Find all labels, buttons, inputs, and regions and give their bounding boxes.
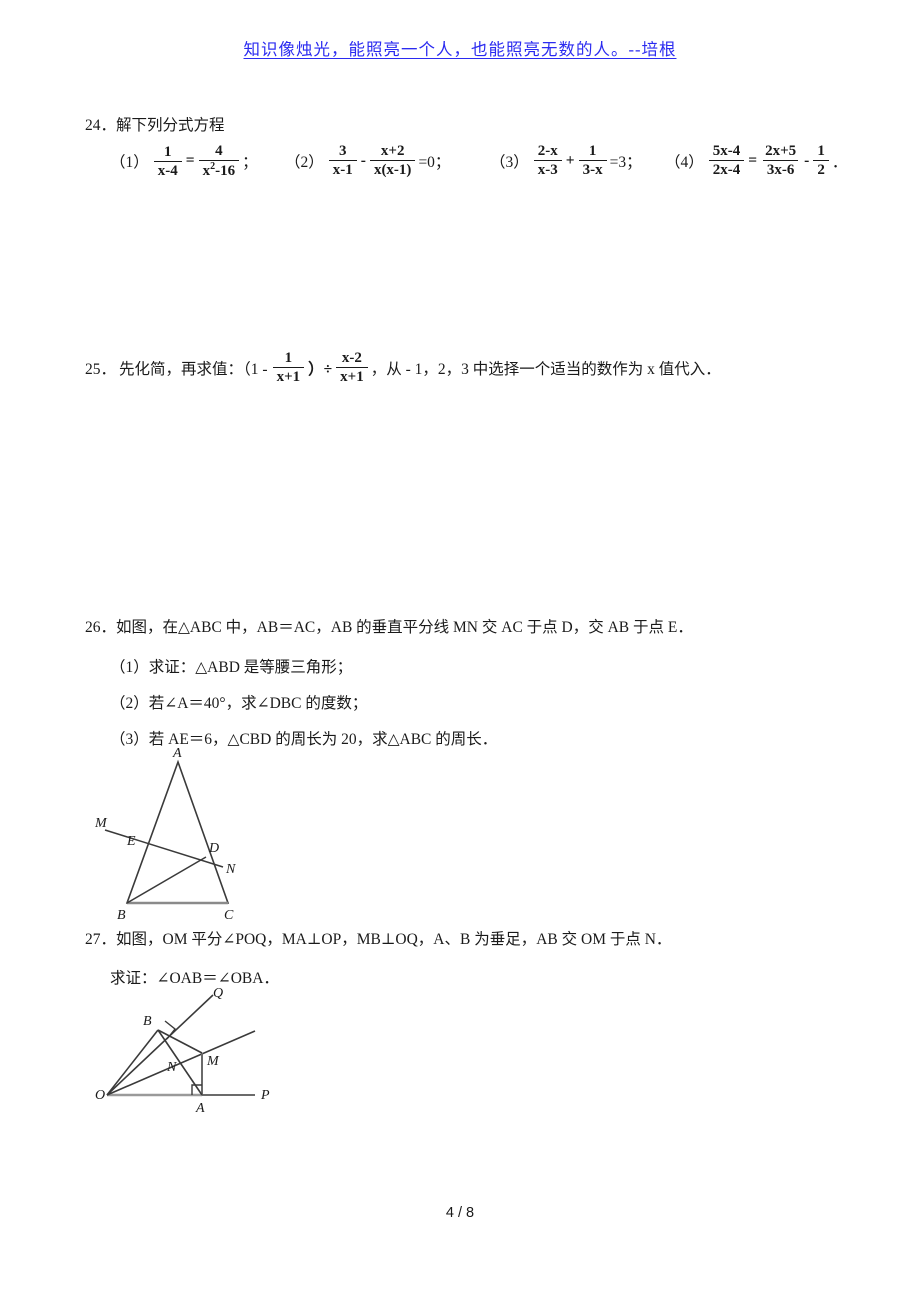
part-3-denominator-left: x-3	[533, 160, 562, 178]
figure-label-d: D	[208, 841, 219, 856]
figure-label-q: Q	[213, 986, 223, 1001]
problem-25-stem-after: ，从 - 1，2，3 中选择一个适当的数作为 x 值代入．	[370, 360, 721, 378]
figure-label-o: O	[95, 1088, 105, 1103]
part-4-denominator-3: 2	[813, 160, 829, 178]
part-1-numerator-right: 4	[215, 143, 223, 159]
problem-25-number: 25．	[85, 360, 117, 378]
part-3-label: （3）	[490, 153, 529, 171]
part-4-numerator-2: 2x+5	[765, 143, 797, 159]
problem-24-part-1: （1） 1 x-4 = 4 x2-16 ；	[110, 143, 258, 179]
part-4-label: （4）	[665, 153, 704, 171]
problem-26-stem-text: 如图，在△ABC 中，AB＝AC，AB 的垂直平分线 MN 交 AC 于点 D，…	[116, 619, 693, 636]
ray-oq	[106, 994, 214, 1096]
figure-label-p: P	[260, 1088, 270, 1103]
problem-26-item-2: （2）若∠A＝40°，求∠DBC 的度数；	[110, 695, 368, 712]
problem-25-denominator-1: x+1	[272, 367, 305, 385]
part-2-fraction-right: x+2 x(x-1)	[369, 143, 416, 178]
problem-26-item-1: （1）求证：△ABD 是等腰三角形；	[110, 659, 353, 676]
problem-24-part-4: （4） 5x-4 2x-4 = 2x+5 3x-6 - 1 2 ．	[665, 143, 847, 178]
part-4-denominator-2: 3x-6	[762, 160, 799, 178]
triangle-abc-outline	[125, 759, 230, 904]
figure-label-m2: M	[206, 1054, 220, 1069]
part-4-numerator-3: 1	[817, 143, 825, 159]
figure-angle-bisector: O P Q A B M N	[95, 985, 295, 1116]
problem-25-numerator-1: 1	[284, 350, 293, 366]
problem-25-denominator-2: x+1	[336, 367, 368, 385]
figure-label-n2: N	[166, 1060, 177, 1075]
part-1-denominator-right: x2-16	[198, 160, 240, 180]
problem-27-number: 27．	[85, 931, 117, 948]
figure-label-e: E	[126, 834, 136, 849]
segment-bd	[126, 856, 207, 904]
part-2-denominator-left: x-1	[328, 160, 357, 178]
segment-ob	[106, 1029, 159, 1096]
problem-27-stem: 27．如图，OM 平分∠POQ，MA⊥OP，MB⊥OQ，A、B 为垂足，AB 交…	[85, 930, 671, 951]
right-angle-mark-b	[164, 1020, 176, 1040]
part-2-tail: =0；	[418, 153, 451, 171]
part-3-operator: +	[565, 151, 575, 169]
figure-label-a2: A	[195, 1101, 205, 1115]
part-1-operator: =	[185, 152, 195, 170]
part-4-fraction-1: 5x-4 2x-4	[708, 143, 745, 178]
problem-26-stem: 26．如图，在△ABC 中，AB＝AC，AB 的垂直平分线 MN 交 AC 于点…	[85, 618, 693, 639]
part-4-fraction-3: 1 2	[813, 143, 829, 178]
problem-26-number: 26．	[85, 619, 117, 636]
part-4-denominator-1: 2x-4	[708, 160, 745, 178]
part-1-den-base: x	[202, 163, 211, 180]
figure-label-a: A	[172, 746, 182, 761]
problem-25-numerator-2: x-2	[341, 350, 362, 366]
part-1-denominator-left: x-4	[153, 160, 182, 179]
figure-label-b2: B	[143, 1014, 152, 1029]
problem-24-number: 24．	[85, 117, 117, 134]
problem-24-part-3: （3） 2-x x-3 + 1 3-x =3；	[490, 143, 642, 178]
problem-24-part-2: （2） 3 x-1 - x+2 x(x-1) =0；	[285, 143, 450, 178]
part-4-operator-2: -	[804, 151, 810, 169]
problem-24-stem-text: 解下列分式方程	[116, 117, 225, 134]
problem-24-stem: 24．解下列分式方程	[85, 116, 225, 137]
problem-25-fraction-1: 1 x+1	[272, 350, 305, 385]
part-2-numerator-right: x+2	[380, 143, 405, 159]
part-1-fraction-right: 4 x2-16	[198, 143, 240, 180]
part-3-fraction-left: 2-x x-3	[533, 143, 562, 178]
problem-25: 25． 先化简，再求值：（1 - 1 x+1 ）÷ x-2 x+1 ，从 - 1…	[85, 350, 721, 385]
problem-25-mid-operator: ）÷	[308, 360, 333, 378]
part-3-numerator-left: 2-x	[537, 143, 558, 159]
line-mn	[104, 829, 224, 868]
header-quote: 知识像烛光，能照亮一个人，也能照亮无数的人。--培根	[243, 40, 677, 59]
part-1-label: （1）	[110, 154, 149, 172]
part-3-denominator-right: 3-x	[578, 160, 607, 178]
figure-label-m: M	[95, 816, 108, 831]
part-3-tail: =3；	[609, 153, 642, 171]
figure-label-n: N	[225, 862, 236, 877]
part-4-fraction-2: 2x+5 3x-6	[761, 143, 800, 178]
part-1-den-rest: -16	[215, 163, 236, 180]
part-3-fraction-right: 1 3-x	[578, 143, 607, 178]
part-2-denominator-right: x(x-1)	[369, 160, 416, 178]
part-2-operator: -	[360, 151, 366, 169]
part-4-numerator-1: 5x-4	[712, 143, 741, 159]
part-1-numerator-left: 1	[164, 143, 172, 160]
figure-label-b: B	[117, 908, 126, 923]
figure-triangle-abc: A B C D E M N	[94, 745, 315, 925]
part-4-tail: ．	[831, 153, 848, 171]
problem-25-fraction-2: x-2 x+1	[336, 350, 368, 385]
page-number: 4 / 8	[445, 1205, 475, 1221]
figure-label-c: C	[224, 908, 234, 923]
part-1-fraction-left: 1 x-4	[153, 143, 182, 179]
part-3-numerator-right: 1	[588, 143, 597, 159]
problem-27-stem-text: 如图，OM 平分∠POQ，MA⊥OP，MB⊥OQ，A、B 为垂足，AB 交 OM…	[116, 931, 672, 948]
problem-25-stem-before: 先化简，再求值：（1 -	[119, 360, 268, 378]
part-2-label: （2）	[285, 153, 324, 171]
part-1-tail: ；	[242, 154, 258, 172]
part-4-operator-1: =	[748, 151, 758, 169]
part-2-numerator-left: 3	[339, 143, 347, 159]
part-2-fraction-left: 3 x-1	[328, 143, 357, 178]
